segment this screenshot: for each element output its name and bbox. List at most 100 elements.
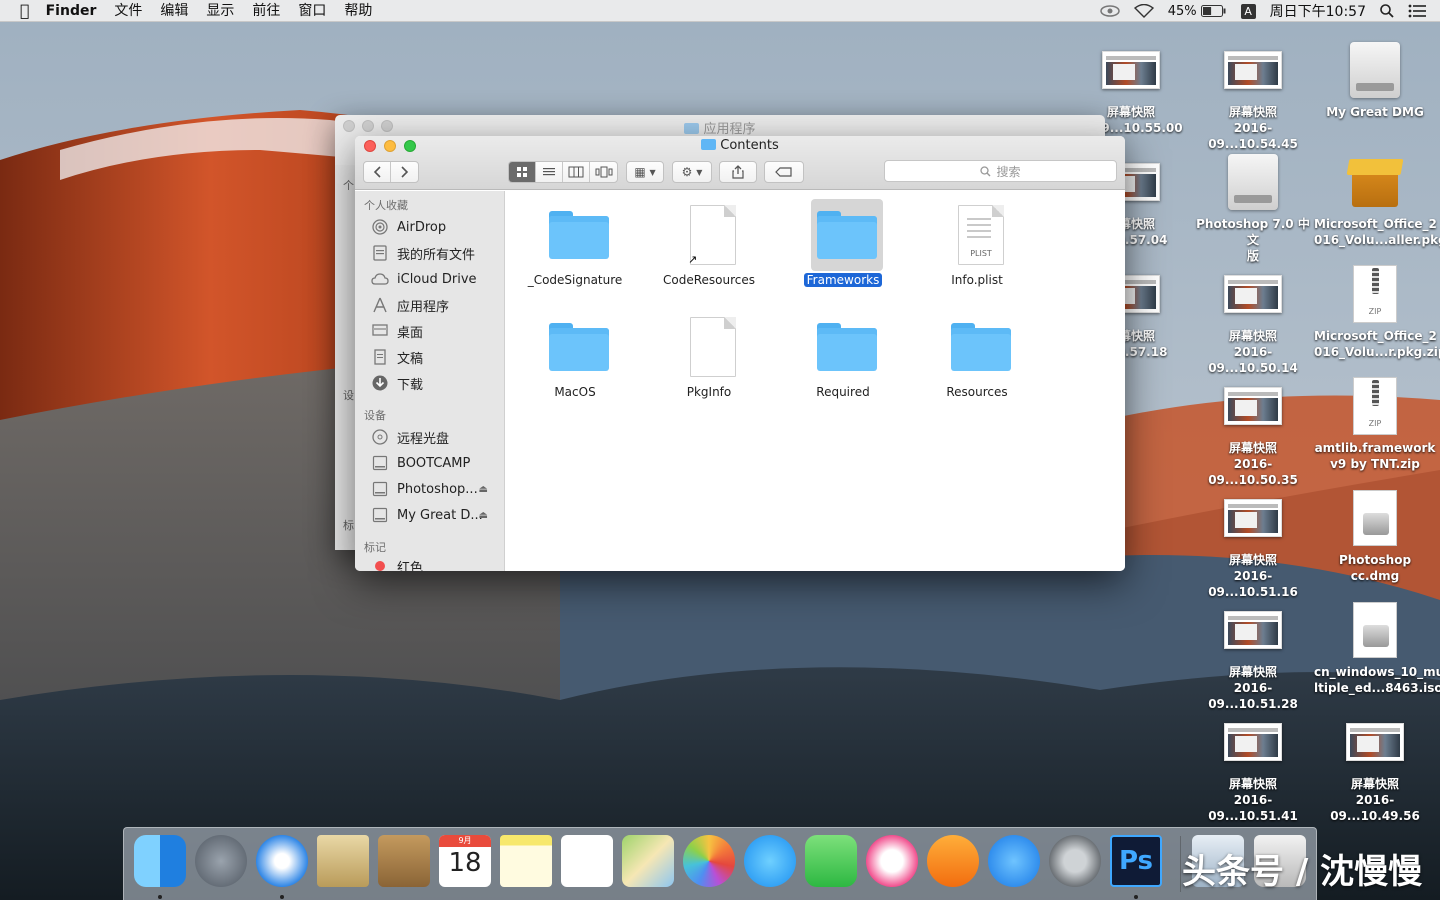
dock-safari-icon[interactable] xyxy=(256,835,308,887)
input-method-label: A xyxy=(1240,3,1256,19)
sidebar-device-item[interactable]: BOOTCAMP xyxy=(371,452,501,474)
desktop-icon-item[interactable]: 屏幕快照 2016-09...10.51.16 xyxy=(1192,488,1314,600)
menu-bar:  Finder 文件 编辑 显示 前往 窗口 帮助 45% A 周日下午10:… xyxy=(0,0,1440,22)
menu-file[interactable]: 文件 xyxy=(105,0,151,22)
desktop-icon-item[interactable]: Photoshop cc.dmg xyxy=(1314,488,1436,584)
menu-edit[interactable]: 编辑 xyxy=(151,0,197,22)
running-indicator xyxy=(158,895,162,899)
sidebar-favorite-item-label: iCloud Drive xyxy=(397,271,477,287)
dock-calendar-icon[interactable]: 9月 18 xyxy=(439,835,491,887)
file-browser-content: _CodeSignature ↗ CodeResources Frameworks PL… xyxy=(506,191,1125,571)
dock-system-preferences-icon[interactable] xyxy=(1049,835,1101,887)
favorites-header: 个人收藏 xyxy=(364,199,408,212)
dock-itunes-icon[interactable] xyxy=(866,835,918,887)
dock-photos-icon[interactable] xyxy=(683,835,735,887)
sidebar-device-item[interactable]: My Great D... ⏏ xyxy=(371,504,501,526)
dock-finder-icon[interactable] xyxy=(134,835,186,887)
sidebar-favorite-item[interactable]: 应用程序 xyxy=(371,294,501,316)
sidebar-favorite-item[interactable]: 文稿 xyxy=(371,346,501,368)
icon-view-button[interactable] xyxy=(509,162,536,182)
menu-help[interactable]: 帮助 xyxy=(335,0,381,22)
eye-status-icon[interactable] xyxy=(1093,0,1127,22)
back-button[interactable] xyxy=(364,162,391,182)
menu-window[interactable]: 窗口 xyxy=(289,0,335,22)
dock-separator xyxy=(1180,836,1181,892)
spotlight-search-icon[interactable] xyxy=(1373,0,1401,22)
file-item[interactable]: MacOS xyxy=(511,307,639,417)
desktop-icon-label: Photoshop 7.0 中文版 xyxy=(1196,217,1310,263)
desktop-icon-item[interactable]: 屏幕快照 2016-09...10.50.14 xyxy=(1192,264,1314,376)
dock-app-store-icon[interactable] xyxy=(988,835,1040,887)
file-item[interactable]: PLIST Info.plist xyxy=(913,195,1041,305)
dock-photoshop-icon[interactable]: Ps xyxy=(1110,835,1162,887)
desktop-icon-item[interactable]: ZIP amtlib.framework v9 by TNT.zip xyxy=(1314,376,1436,472)
desktop-icon-item[interactable]: 屏幕快照 2016-09...10.51.28 xyxy=(1192,600,1314,712)
dock-reminders-icon[interactable] xyxy=(561,835,613,887)
view-mode-control xyxy=(508,161,618,183)
dock-facetime-icon[interactable] xyxy=(805,835,857,887)
sidebar-tag-red[interactable]: 红色 xyxy=(371,555,501,571)
file-name: Resources xyxy=(946,385,1008,399)
dock-contacts-icon[interactable] xyxy=(378,835,430,887)
column-view-button[interactable] xyxy=(563,162,590,182)
finder-window[interactable]: Contents ▦ ▼ ⚙ ▼ 搜索 个人收藏 AirDrop 我的所有文件 iC… xyxy=(355,136,1125,571)
tags-button[interactable] xyxy=(764,161,804,183)
battery-status[interactable]: 45% xyxy=(1161,0,1234,22)
airdrop-icon xyxy=(371,218,389,236)
dock-launchpad-icon[interactable] xyxy=(195,835,247,887)
sidebar-favorite-item[interactable]: 我的所有文件 xyxy=(371,242,501,264)
forward-button[interactable] xyxy=(391,162,418,182)
desktop-icon-label: 屏幕快照 2016-09...10.50.35 xyxy=(1208,441,1298,487)
desktop-icon-label: amtlib.framework v9 by TNT.zip xyxy=(1314,441,1436,471)
sidebar-favorite-item[interactable]: 桌面 xyxy=(371,320,501,342)
docdisk-file-icon xyxy=(1345,488,1405,548)
arrange-menu-button[interactable]: ▦ ▼ xyxy=(626,161,664,183)
desktop-icon-item[interactable]: ZIP Microsoft_Office_2 016_Volu...r.pkg.zi… xyxy=(1314,264,1440,360)
file-item[interactable]: Resources xyxy=(913,307,1041,417)
apple-menu-icon[interactable]:  xyxy=(0,0,44,22)
dock-notes-icon[interactable] xyxy=(500,835,552,887)
zip-file-icon: ZIP xyxy=(1345,376,1405,436)
desktop-icon-item[interactable]: Photoshop 7.0 中文版 xyxy=(1192,152,1314,264)
eject-icon[interactable]: ⏏ xyxy=(479,484,488,495)
sidebar-device-item[interactable]: 远程光盘 xyxy=(371,426,501,448)
desktop-icon-item[interactable]: 屏幕快照 2016-09...10.50.35 xyxy=(1192,376,1314,488)
file-item[interactable]: Required xyxy=(779,307,907,417)
app-menu-finder[interactable]: Finder xyxy=(44,0,106,22)
wifi-icon[interactable] xyxy=(1127,0,1161,22)
dock-messages-icon[interactable] xyxy=(744,835,796,887)
menu-go[interactable]: 前往 xyxy=(243,0,289,22)
cover-flow-button[interactable] xyxy=(590,162,617,182)
file-item[interactable]: ↗ CodeResources xyxy=(645,195,773,305)
desktop-icon-item[interactable]: 屏幕快照 2016-09...10.54.45 xyxy=(1192,40,1314,152)
eject-icon[interactable]: ⏏ xyxy=(479,510,488,521)
desktop-icon-item[interactable]: cn_windows_10_mu ltiple_ed...8463.iso xyxy=(1314,600,1440,696)
menu-view[interactable]: 显示 xyxy=(197,0,243,22)
clock[interactable]: 周日下午10:57 xyxy=(1263,0,1373,22)
desktop-icon-item[interactable]: Microsoft_Office_2 016_Volu...aller.pkg xyxy=(1314,152,1440,248)
dock-ibooks-icon[interactable] xyxy=(927,835,979,887)
desktop-icon-label: Photoshop cc.dmg xyxy=(1338,553,1412,583)
file-item[interactable]: PkgInfo xyxy=(645,307,773,417)
desktop-icon-item[interactable]: My Great DMG xyxy=(1314,40,1436,120)
window-title-text: Contents xyxy=(720,138,779,153)
desktop-icon-label: 屏幕快照 2016-09...10.50.14 xyxy=(1208,329,1298,375)
search-input[interactable]: 搜索 xyxy=(884,160,1117,182)
dock-maps-icon[interactable] xyxy=(622,835,674,887)
folder-icon xyxy=(701,139,717,150)
sidebar-favorite-item[interactable]: 下载 xyxy=(371,372,501,394)
sidebar-favorite-item[interactable]: AirDrop xyxy=(371,216,501,238)
input-method-icon[interactable]: A xyxy=(1234,0,1263,22)
notification-center-icon[interactable] xyxy=(1401,0,1440,22)
file-item[interactable]: Frameworks xyxy=(779,195,907,305)
desktop-icon-item[interactable]: 屏幕快照 2016-09...10.49.56 xyxy=(1314,712,1436,824)
dock-mail-icon[interactable] xyxy=(317,835,369,887)
share-button[interactable] xyxy=(719,161,757,183)
desktop-icon-item[interactable]: 屏幕快照 2016-09...10.51.41 xyxy=(1192,712,1314,824)
list-view-button[interactable] xyxy=(536,162,563,182)
sidebar-favorite-item[interactable]: iCloud Drive xyxy=(371,268,501,290)
action-menu-button[interactable]: ⚙ ▼ xyxy=(672,161,712,183)
background-window-title-text: 应用程序 xyxy=(703,122,756,137)
sidebar-device-item[interactable]: Photoshop... ⏏ xyxy=(371,478,501,500)
file-item[interactable]: _CodeSignature xyxy=(511,195,639,305)
